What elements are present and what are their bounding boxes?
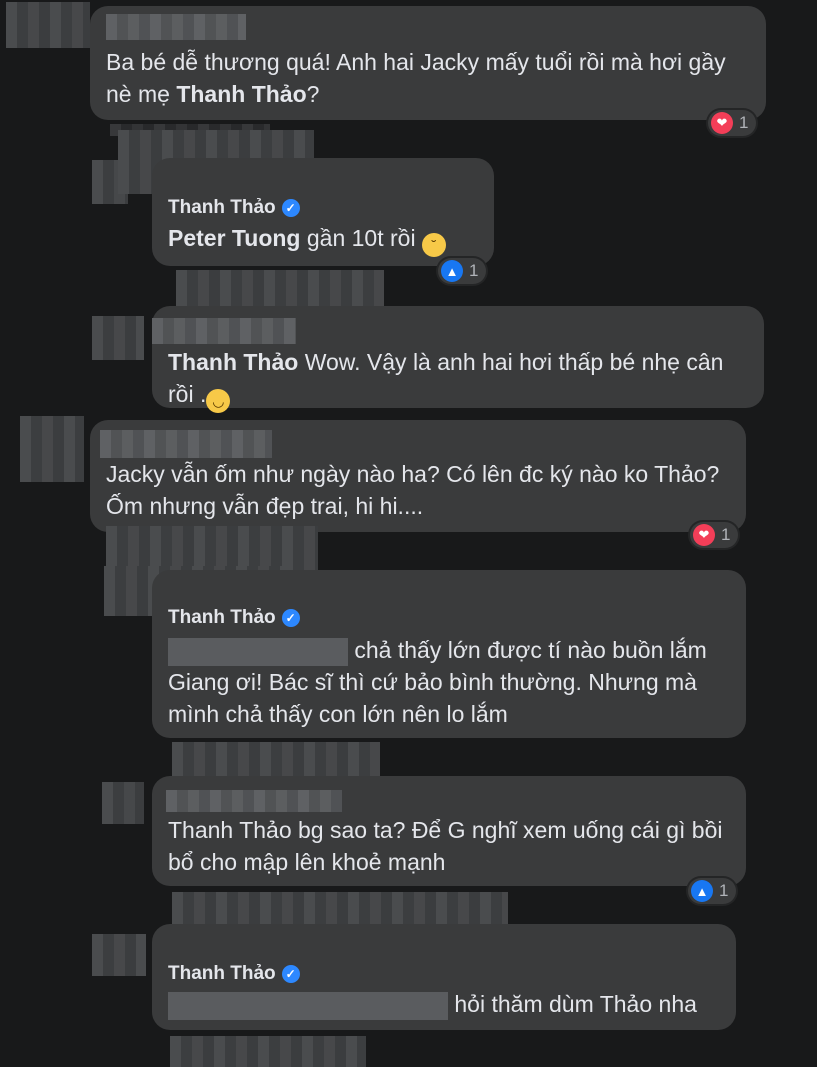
comment-bubble: Jacky vẫn ốm như ngày nào ha? Có lên đc …	[90, 420, 746, 532]
reply-bubble: Thanh Thảo ✓ chả thấy lớn được tí nào bu…	[152, 570, 746, 738]
blurred-mention[interactable]	[168, 991, 448, 1020]
verified-badge-icon: ✓	[281, 199, 300, 217]
comment-text: Peter Tuong gần 10t rồi ˘	[168, 222, 478, 257]
comment-avatar[interactable]	[6, 2, 90, 48]
mention-link[interactable]: Thanh Thảo	[168, 349, 298, 375]
comment-text: Jacky vẫn ốm như ngày nào ha? Có lên đc …	[106, 461, 720, 519]
reply-bubble: Thanh Thảo ✓ Peter Tuong gần 10t rồi ˘	[152, 158, 494, 266]
comment-text: Thanh Thảo bg sao ta? Để G nghĩ xem uống…	[168, 817, 723, 875]
heart-icon: ❤	[711, 112, 733, 134]
comment-text: Ba bé dễ thương quá! Anh hai Jacky mấy t…	[106, 49, 726, 107]
reply-bubble: Thanh Thảo ✓ hỏi thăm dùm Thảo nha	[152, 924, 736, 1030]
verified-badge-icon: ✓	[281, 609, 300, 627]
reaction-number: 1	[739, 113, 749, 132]
blurred-mention[interactable]	[168, 637, 348, 666]
comment-author[interactable]: Thanh Thảo ✓	[168, 196, 478, 220]
reaction-count[interactable]: ▲ 1	[438, 258, 487, 284]
like-icon: ▲	[691, 880, 713, 902]
mention-link[interactable]: Peter Tuong	[168, 225, 300, 251]
grinning-face-icon: ◡	[206, 389, 231, 413]
like-icon: ▲	[441, 260, 463, 282]
blurred-commenter-name[interactable]	[166, 790, 342, 812]
blurred-commenter-name[interactable]	[152, 318, 296, 344]
comment-author[interactable]: Thanh Thảo ✓	[168, 606, 730, 630]
blurred-commenter-name[interactable]	[106, 14, 246, 40]
reaction-number: 1	[469, 261, 479, 280]
reply-bubble: Thanh Thảo Wow. Vậy là anh hai hơi thấp …	[152, 306, 764, 413]
reaction-count[interactable]: ▲ 1	[688, 878, 737, 904]
reply-avatar[interactable]	[102, 782, 144, 824]
disappointed-face-icon: ˘	[421, 233, 446, 257]
reply-avatar[interactable]	[92, 934, 146, 976]
comment-text: Thanh Thảo Wow. Vậy là anh hai hơi thấp …	[168, 346, 748, 413]
comment-bubble: Ba bé dễ thương quá! Anh hai Jacky mấy t…	[90, 6, 766, 120]
comment-text: chả thấy lớn được tí nào buồn lắm Giang …	[168, 637, 707, 727]
verified-badge-icon: ✓	[281, 965, 300, 983]
blurred-commenter-name[interactable]	[100, 430, 272, 458]
blurred-actions	[106, 526, 318, 570]
blurred-actions	[170, 1036, 366, 1067]
reaction-number: 1	[721, 525, 731, 544]
mention-link[interactable]: Thanh Thảo	[176, 81, 306, 107]
reaction-number: 1	[719, 881, 729, 900]
comment-avatar[interactable]	[20, 416, 84, 482]
reply-bubble: Thanh Thảo bg sao ta? Để G nghĩ xem uống…	[152, 776, 746, 886]
heart-icon: ❤	[693, 524, 715, 546]
comment-author[interactable]: Thanh Thảo ✓	[168, 962, 720, 986]
reaction-count[interactable]: ❤ 1	[708, 110, 757, 136]
reaction-count[interactable]: ❤ 1	[690, 522, 739, 548]
reply-avatar[interactable]	[92, 316, 144, 360]
comment-text: hỏi thăm dùm Thảo nha	[168, 988, 720, 1020]
